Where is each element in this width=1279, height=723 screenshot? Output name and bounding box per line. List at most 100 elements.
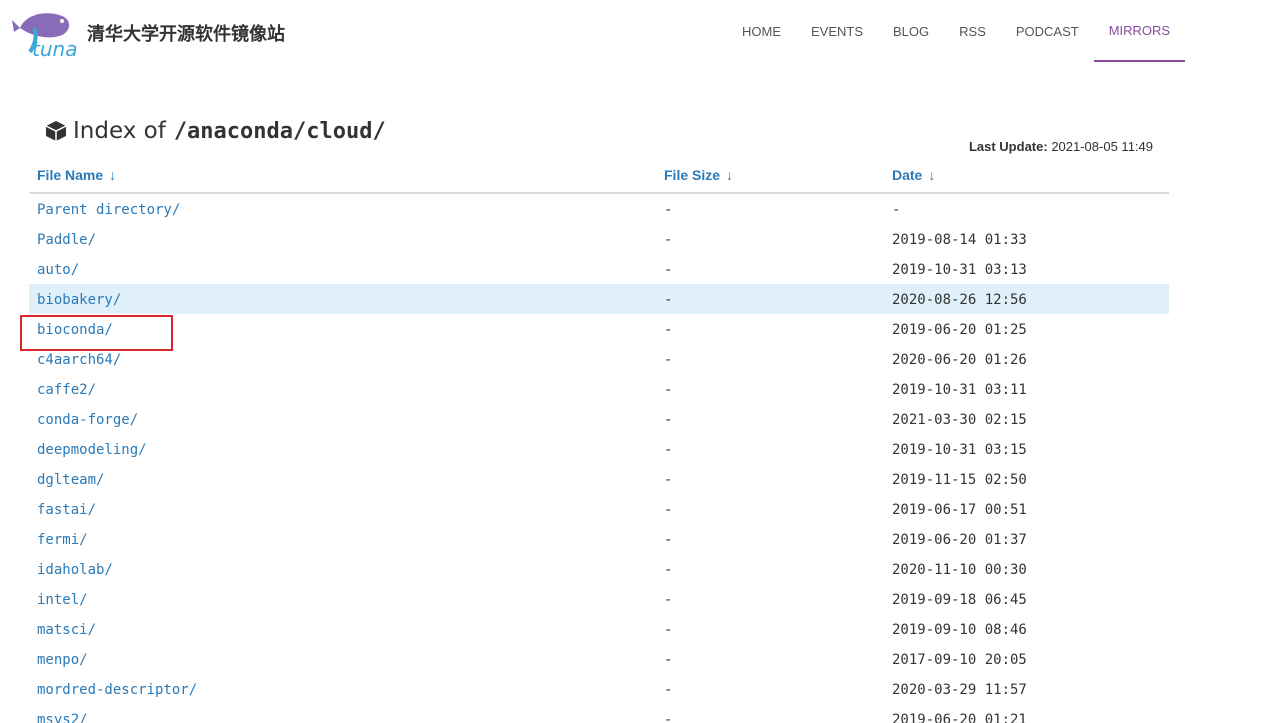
table-row: intel/ - 2019-09-18 06:45 — [29, 584, 1169, 614]
column-file-size: File Size — [664, 167, 721, 183]
annotation-highlight-box — [20, 315, 173, 351]
file-date: 2021-03-30 02:15 — [892, 412, 1027, 428]
page-title-prefix: Index of — [73, 118, 166, 144]
table-row: idaholab/ - 2020-11-10 00:30 — [29, 554, 1169, 584]
file-size: - — [664, 562, 673, 578]
file-size: - — [664, 502, 673, 518]
last-update: Last Update: 2021-08-05 11:49 — [969, 139, 1153, 154]
table-row: bioconda/-2019-06-20 01:25 — [29, 314, 1169, 344]
main-nav: HOME EVENTS BLOG RSS PODCAST MIRRORS — [727, 0, 1186, 62]
file-name-link[interactable]: dglteam/ — [37, 472, 104, 488]
file-name-link[interactable]: deepmodeling/ — [37, 442, 147, 458]
file-size: - — [664, 292, 673, 308]
nav-blog[interactable]: BLOG — [878, 0, 944, 62]
file-date: - — [892, 202, 901, 218]
nav-mirrors[interactable]: MIRRORS — [1093, 0, 1186, 62]
table-row: fastai/ - 2019-06-17 00:51 — [29, 494, 1169, 524]
last-update-value: 2021-08-05 11:49 — [1051, 139, 1153, 154]
sort-file-name[interactable]: File Name ↓ — [37, 167, 116, 183]
table-row: biobakery/ - 2020-08-26 12:56 — [29, 284, 1169, 314]
table-row: dglteam/ - 2019-11-15 02:50 — [29, 464, 1169, 494]
table-row: deepmodeling/ - 2019-10-31 03:15 — [29, 434, 1169, 464]
top-navbar: tuna 清华大学开源软件镜像站 HOME EVENTS BLOG RSS PO… — [0, 0, 1279, 62]
file-date: 2019-09-10 08:46 — [892, 622, 1027, 638]
logo-text: tuna — [32, 37, 77, 60]
file-name-link[interactable]: auto/ — [37, 262, 79, 278]
box-icon — [45, 121, 67, 141]
file-size: - — [664, 412, 673, 428]
table-body: Parent directory/ - - Paddle/ - 2019-08-14 01… — [29, 194, 1169, 723]
file-size: - — [664, 652, 673, 668]
table-row: menpo/ - 2017-09-10 20:05 — [29, 644, 1169, 674]
file-date: 2020-08-26 12:56 — [892, 292, 1027, 308]
file-size: - — [664, 232, 673, 248]
file-size: - — [664, 382, 673, 398]
file-name-link[interactable]: conda-forge/ — [37, 412, 138, 428]
file-date: 2019-10-31 03:15 — [892, 442, 1027, 458]
file-size: - — [664, 622, 673, 638]
sort-arrow-icon: ↓ — [928, 167, 936, 183]
file-name-link[interactable]: fermi/ — [37, 532, 88, 548]
file-date: 2019-10-31 03:11 — [892, 382, 1027, 398]
file-size: - — [664, 682, 673, 698]
file-name-link[interactable]: idaholab/ — [37, 562, 113, 578]
file-table: File Name ↓ File Size ↓ Date ↓ Parent di… — [29, 160, 1169, 723]
file-date: 2017-09-10 20:05 — [892, 652, 1027, 668]
table-row: msys2/ - 2019-06-20 01:21 — [29, 704, 1169, 723]
nav-podcast[interactable]: PODCAST — [1001, 0, 1094, 62]
file-name-link[interactable]: c4aarch64/ — [37, 352, 121, 368]
file-name-link[interactable]: fastai/ — [37, 502, 96, 518]
file-name-link[interactable]: menpo/ — [37, 652, 88, 668]
file-size: - — [664, 322, 673, 338]
file-date: 2020-03-29 11:57 — [892, 682, 1027, 698]
sort-arrow-icon: ↓ — [109, 167, 117, 183]
sort-file-size[interactable]: File Size ↓ — [664, 167, 733, 183]
file-size: - — [664, 202, 673, 218]
file-size: - — [664, 712, 673, 723]
column-file-name: File Name — [37, 167, 104, 183]
file-name-link[interactable]: mordred-descriptor/ — [37, 682, 197, 698]
file-date: 2020-11-10 00:30 — [892, 562, 1027, 578]
file-name-link[interactable]: biobakery/ — [37, 292, 121, 308]
table-row: fermi/ - 2019-06-20 01:37 — [29, 524, 1169, 554]
file-size: - — [664, 532, 673, 548]
column-date: Date — [892, 167, 923, 183]
file-name-link[interactable]: caffe2/ — [37, 382, 96, 398]
file-date: 2019-09-18 06:45 — [892, 592, 1027, 608]
page-heading: Index of /anaconda/cloud/ — [44, 118, 386, 144]
file-name-link[interactable]: msys2/ — [37, 712, 88, 723]
file-name-link[interactable]: Paddle/ — [37, 232, 96, 248]
table-row: mordred-descriptor/ - 2020-03-29 11:57 — [29, 674, 1169, 704]
file-date: 2019-06-20 01:25 — [892, 322, 1027, 338]
file-date: 2019-08-14 01:33 — [892, 232, 1027, 248]
table-row: Parent directory/ - - — [29, 194, 1169, 224]
nav-rss[interactable]: RSS — [944, 0, 1001, 62]
table-row: Paddle/ - 2019-08-14 01:33 — [29, 224, 1169, 254]
file-date: 2019-11-15 02:50 — [892, 472, 1027, 488]
file-date: 2019-06-20 01:21 — [892, 712, 1027, 723]
file-date: 2019-06-20 01:37 — [892, 532, 1027, 548]
sort-arrow-icon: ↓ — [726, 167, 734, 183]
table-row: caffe2/ - 2019-10-31 03:11 — [29, 374, 1169, 404]
sort-date[interactable]: Date ↓ — [892, 167, 935, 183]
table-row: conda-forge/ - 2021-03-30 02:15 — [29, 404, 1169, 434]
last-update-label: Last Update: — [968, 139, 1048, 154]
file-size: - — [664, 592, 673, 608]
table-row: c4aarch64/ - 2020-06-20 01:26 — [29, 344, 1169, 374]
site-title[interactable]: 清华大学开源软件镜像站 — [87, 20, 285, 46]
file-size: - — [664, 472, 673, 488]
tuna-logo-icon[interactable]: tuna — [12, 6, 82, 60]
page-title-path: /anaconda/cloud/ — [173, 118, 386, 144]
file-date: 2019-06-17 00:51 — [892, 502, 1027, 518]
file-name-link[interactable]: Parent directory/ — [37, 202, 180, 218]
nav-home[interactable]: HOME — [727, 0, 796, 62]
nav-events[interactable]: EVENTS — [796, 0, 878, 62]
file-size: - — [664, 442, 673, 458]
file-size: - — [664, 352, 673, 368]
file-name-link[interactable]: matsci/ — [37, 622, 96, 638]
table-row: matsci/ - 2019-09-10 08:46 — [29, 614, 1169, 644]
table-header: File Name ↓ File Size ↓ Date ↓ — [29, 160, 1169, 194]
table-row: auto/ - 2019-10-31 03:13 — [29, 254, 1169, 284]
file-date: 2019-10-31 03:13 — [892, 262, 1027, 278]
file-name-link[interactable]: intel/ — [37, 592, 88, 608]
